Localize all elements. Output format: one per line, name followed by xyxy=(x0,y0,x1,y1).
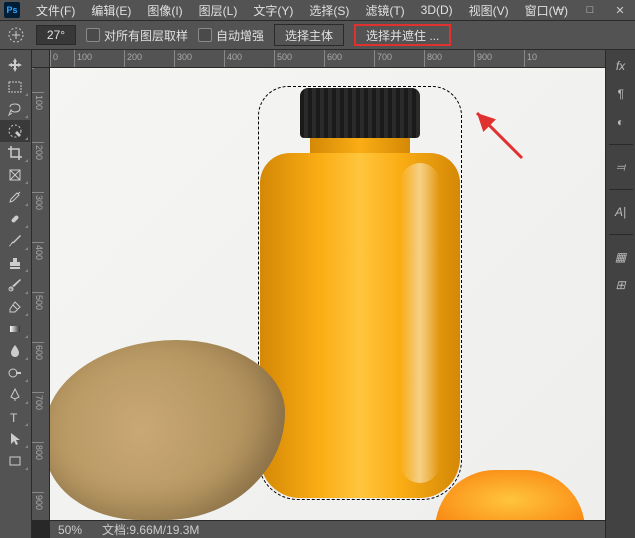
history-brush-tool[interactable] xyxy=(0,274,30,296)
menu-image[interactable]: 图像(I) xyxy=(139,0,190,21)
ruler-tick: 200 xyxy=(32,142,44,192)
ruler-tick: 500 xyxy=(274,50,324,67)
ruler-tick: 10 xyxy=(524,50,574,67)
image-ginger xyxy=(50,340,285,520)
menu-filter[interactable]: 滤镜(T) xyxy=(357,0,412,21)
left-toolbar: T xyxy=(0,50,32,538)
move-tool[interactable] xyxy=(0,54,30,76)
sample-all-layers-label: 对所有图层取样 xyxy=(104,27,188,44)
select-and-mask-button[interactable]: 选择并遮住 ... xyxy=(354,24,451,46)
character-panel-icon[interactable]: A| xyxy=(609,200,633,224)
menu-bar: 文件(F) 编辑(E) 图像(I) 图层(L) 文字(Y) 选择(S) 滤镜(T… xyxy=(28,0,576,21)
canvas-area: 0 100 200 300 400 500 600 700 800 900 10… xyxy=(32,50,605,538)
ruler-tick: 400 xyxy=(224,50,274,67)
shape-tool[interactable] xyxy=(0,450,30,472)
brush-tool[interactable] xyxy=(0,230,30,252)
panel-separator xyxy=(609,144,633,145)
title-bar: Ps 文件(F) 编辑(E) 图像(I) 图层(L) 文字(Y) 选择(S) 滤… xyxy=(0,0,635,20)
ruler-tick: 300 xyxy=(32,192,44,242)
crop-tool[interactable] xyxy=(0,142,30,164)
ruler-tick: 400 xyxy=(32,242,44,292)
paths-panel-icon[interactable]: ⫤ xyxy=(609,155,633,179)
auto-enhance-label: 自动增强 xyxy=(216,27,264,44)
maximize-button[interactable]: □ xyxy=(575,0,605,20)
pen-tool[interactable] xyxy=(0,384,30,406)
zoom-level[interactable]: 50% xyxy=(58,523,82,537)
marquee-tool[interactable] xyxy=(0,76,30,98)
doc-info[interactable]: 文档:9.66M/19.3M xyxy=(102,521,199,538)
app-logo: Ps xyxy=(4,2,20,18)
paragraph-panel-icon[interactable]: ¶ xyxy=(609,82,633,106)
quick-select-tool[interactable] xyxy=(0,120,30,142)
menu-view[interactable]: 视图(V) xyxy=(461,0,517,21)
lasso-tool[interactable] xyxy=(0,98,30,120)
ruler-horizontal[interactable]: 0 100 200 300 400 500 600 700 800 900 10 xyxy=(50,50,605,68)
image-bottle xyxy=(260,88,460,498)
select-subject-button[interactable]: 选择主体 xyxy=(274,24,344,46)
brush-size-input[interactable] xyxy=(36,25,76,45)
ruler-vertical[interactable]: 100 200 300 400 500 600 700 800 900 xyxy=(32,68,50,520)
ruler-tick: 600 xyxy=(32,342,44,392)
close-button[interactable]: ✕ xyxy=(605,0,635,20)
right-panel-dock: fx ¶ ◐ ⫤ A| ▦ ⊞ xyxy=(605,50,635,538)
options-bar: 对所有图层取样 自动增强 选择主体 选择并遮住 ... xyxy=(0,20,635,50)
blur-tool[interactable] xyxy=(0,340,30,362)
ruler-tick: 600 xyxy=(324,50,374,67)
menu-3d[interactable]: 3D(D) xyxy=(413,1,461,19)
workspace: T 0 100 200 300 400 500 600 700 800 900 … xyxy=(0,50,635,538)
panel-separator xyxy=(609,234,633,235)
styles-panel-icon[interactable]: fx xyxy=(609,54,633,78)
menu-type[interactable]: 文字(Y) xyxy=(245,0,301,21)
libraries-panel-icon[interactable]: ⊞ xyxy=(609,273,633,297)
ruler-tick: 900 xyxy=(32,492,44,520)
swatches-panel-icon[interactable]: ▦ xyxy=(609,245,633,269)
status-bar: 50% 文档:9.66M/19.3M xyxy=(50,520,605,538)
menu-edit[interactable]: 编辑(E) xyxy=(83,0,139,21)
ruler-tick: 0 xyxy=(50,50,74,67)
frame-tool[interactable] xyxy=(0,164,30,186)
ruler-tick: 300 xyxy=(174,50,224,67)
document-canvas[interactable] xyxy=(50,68,605,520)
window-controls: ─ □ ✕ xyxy=(545,0,635,20)
menu-select[interactable]: 选择(S) xyxy=(301,0,357,21)
stamp-tool[interactable] xyxy=(0,252,30,274)
quick-select-tool-icon xyxy=(6,25,26,45)
menu-file[interactable]: 文件(F) xyxy=(28,0,83,21)
color-panel-icon[interactable]: ◐ xyxy=(609,110,633,134)
dodge-tool[interactable] xyxy=(0,362,30,384)
svg-text:T: T xyxy=(10,411,18,425)
sample-all-layers-option[interactable]: 对所有图层取样 xyxy=(86,27,188,44)
menu-layer[interactable]: 图层(L) xyxy=(191,0,246,21)
ruler-tick: 700 xyxy=(374,50,424,67)
eyedropper-tool[interactable] xyxy=(0,186,30,208)
ruler-corner[interactable] xyxy=(32,50,50,68)
ruler-tick: 200 xyxy=(124,50,174,67)
healing-tool[interactable] xyxy=(0,208,30,230)
checkbox-unchecked-icon xyxy=(86,28,100,42)
ruler-tick xyxy=(32,68,34,92)
ruler-tick: 800 xyxy=(32,442,44,492)
eraser-tool[interactable] xyxy=(0,296,30,318)
type-tool[interactable]: T xyxy=(0,406,30,428)
panel-separator xyxy=(609,189,633,190)
ruler-tick: 800 xyxy=(424,50,474,67)
gradient-tool[interactable] xyxy=(0,318,30,340)
ruler-tick: 100 xyxy=(74,50,124,67)
ruler-tick: 900 xyxy=(474,50,524,67)
checkbox-unchecked-icon xyxy=(198,28,212,42)
minimize-button[interactable]: ─ xyxy=(545,0,575,20)
auto-enhance-option[interactable]: 自动增强 xyxy=(198,27,264,44)
ruler-tick: 500 xyxy=(32,292,44,342)
ruler-tick: 100 xyxy=(32,92,44,142)
path-select-tool[interactable] xyxy=(0,428,30,450)
ruler-tick: 700 xyxy=(32,392,44,442)
